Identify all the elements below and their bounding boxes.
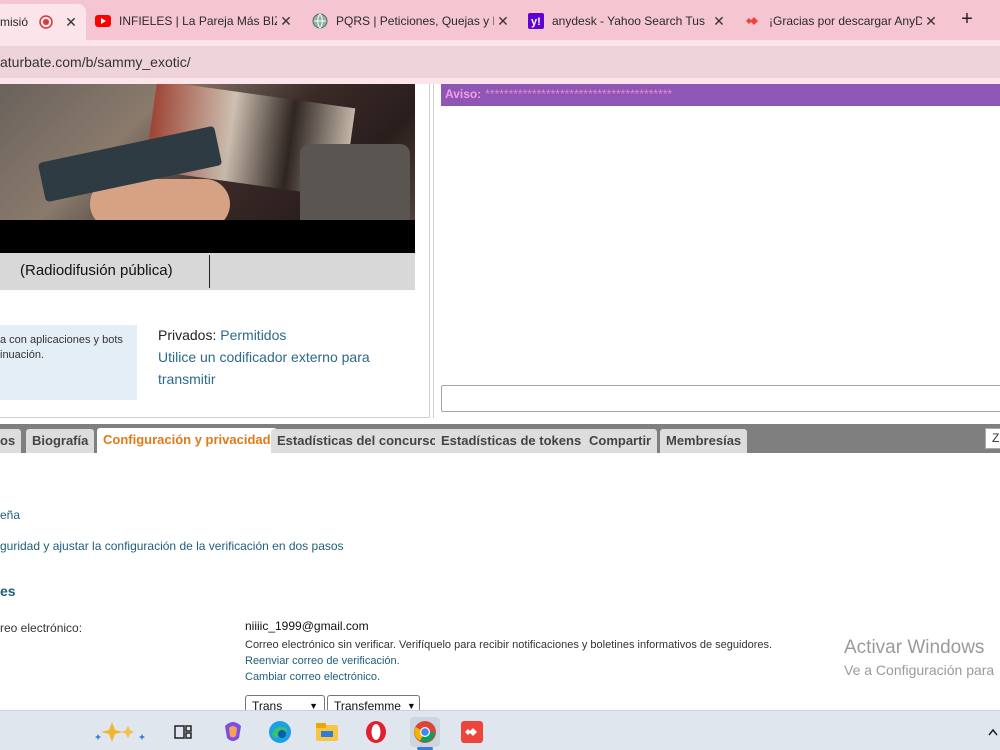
browser-tab-youtube[interactable]: INFIELES | La Pareja Más BIZA ✕ — [95, 6, 295, 36]
subgender-select-value: Transfemme — [334, 699, 401, 710]
subgender-select[interactable]: Transfemme ▼ — [327, 695, 420, 710]
broadcast-mode-bar: (Radiodifusión pública) — [0, 253, 415, 290]
task-view-icon[interactable] — [168, 717, 198, 747]
browser-tab-bar: misió ✕ INFIELES | La Pareja Más BIZA ✕ … — [0, 0, 1000, 40]
email-value: niiiic_1999@gmail.com — [245, 619, 369, 633]
security-2fa-link[interactable]: guridad y ajustar la configuración de la… — [0, 539, 344, 553]
close-tab-icon[interactable]: ✕ — [277, 13, 295, 30]
tab-title: anydesk - Yahoo Search Tus — [552, 14, 705, 28]
tab-estadisticas-tokens[interactable]: Estadísticas de tokens — [435, 429, 588, 453]
close-tab-icon[interactable]: ✕ — [922, 13, 940, 30]
page-content: (Radiodifusión pública) a con aplicacion… — [0, 84, 1000, 710]
close-tab-icon[interactable]: ✕ — [62, 14, 80, 31]
email-unverified-note: Correo electrónico sin verificar. Verifí… — [245, 639, 773, 651]
notice-label: Aviso: — [445, 87, 482, 101]
tab-title: misió — [0, 15, 29, 29]
tab-membresias[interactable]: Membresías — [660, 429, 748, 453]
apps-bots-info-box: a con aplicaciones y bots inuación. — [0, 325, 137, 400]
copilot-sparkle-icon[interactable] — [90, 717, 154, 747]
new-tab-button[interactable]: + — [955, 8, 979, 32]
browser-tab-active[interactable]: misió ✕ — [0, 4, 86, 40]
chevron-down-icon: ▼ — [406, 701, 416, 710]
chevron-down-icon: ▼ — [309, 701, 318, 710]
notice-text: **************************************** — [485, 87, 673, 101]
browser-tab-yahoo[interactable]: y! anydesk - Yahoo Search Tus ✕ — [528, 6, 728, 36]
opera-icon[interactable] — [361, 717, 391, 747]
tab-configuracion-privacidad[interactable]: Configuración y privacidad — [97, 428, 277, 453]
copilot-icon[interactable] — [218, 717, 248, 747]
browser-tab-anydesk[interactable]: ¡Gracias por descargar AnyD ✕ — [745, 6, 940, 36]
chevron-up-icon[interactable] — [985, 717, 1000, 747]
external-encoder-link[interactable]: transmitir — [158, 368, 370, 390]
windows-taskbar — [0, 710, 1000, 750]
close-tab-icon[interactable]: ✕ — [710, 13, 728, 30]
yahoo-icon: y! — [528, 13, 544, 29]
change-email-link[interactable]: Cambiar correo electrónico. — [245, 671, 380, 683]
info-line: inuación. — [0, 349, 45, 361]
tab-title: INFIELES | La Pareja Más BIZA — [119, 14, 277, 28]
gender-select[interactable]: Trans ▼ — [245, 695, 325, 710]
tab-title: PQRS | Peticiones, Quejas y R — [336, 14, 494, 28]
chrome-icon[interactable] — [410, 717, 440, 747]
tab-title: ¡Gracias por descargar AnyD — [769, 14, 922, 28]
privados-value-link[interactable]: Permitidos — [220, 327, 286, 343]
tab-estadisticas-concurso[interactable]: Estadísticas del concurso — [271, 429, 444, 453]
video-preview — [0, 84, 415, 253]
youtube-icon — [95, 13, 111, 29]
tab-compartir[interactable]: Compartir — [583, 429, 658, 453]
address-bar: aturbate.com/b/sammy_exotic/ — [0, 40, 1000, 84]
info-line: a con aplicaciones y bots — [0, 334, 123, 346]
divider — [209, 255, 210, 288]
profile-tabs-row: os Biografía Configuración y privacidad … — [0, 424, 1000, 453]
svg-text:y!: y! — [531, 16, 541, 28]
privados-block: Privados: Permitidos Utilice un codifica… — [158, 324, 370, 390]
tab-biografia[interactable]: Biografía — [26, 429, 95, 453]
resend-verification-link[interactable]: Reenviar correo de verificación. — [245, 655, 400, 667]
tab-partial[interactable]: os — [0, 429, 22, 453]
email-label: reo electrónico: — [0, 621, 83, 635]
anydesk-icon — [745, 13, 761, 29]
globe-icon — [312, 13, 328, 29]
change-password-link[interactable]: eña — [0, 508, 20, 522]
external-encoder-link[interactable]: Utilice un codificador externo para — [158, 346, 370, 368]
record-icon — [38, 14, 54, 30]
chat-input[interactable] — [441, 385, 1000, 412]
video-letterbox — [0, 220, 415, 253]
browser-tab-pqrs[interactable]: PQRS | Peticiones, Quejas y R ✕ — [312, 6, 512, 36]
activate-windows-watermark: Activar Windows — [844, 637, 985, 658]
broadcast-mode-label[interactable]: (Radiodifusión pública) — [20, 262, 173, 279]
zoom-button[interactable]: Z — [985, 428, 1000, 449]
privados-label: Privados: — [158, 327, 217, 343]
section-heading: es — [0, 583, 16, 599]
broadcast-panel: (Radiodifusión pública) a con aplicacion… — [0, 84, 430, 418]
activate-windows-subtext: Ve a Configuración para — [844, 662, 995, 678]
gender-select-value: Trans — [252, 699, 283, 710]
url-text[interactable]: aturbate.com/b/sammy_exotic/ — [0, 54, 191, 70]
edge-icon[interactable] — [265, 717, 295, 747]
close-tab-icon[interactable]: ✕ — [494, 13, 512, 30]
anydesk-icon[interactable] — [457, 717, 487, 747]
file-explorer-icon[interactable] — [312, 717, 342, 747]
chat-panel: Aviso: **********************************… — [433, 84, 1000, 418]
chat-notice: Aviso: **********************************… — [441, 84, 1000, 106]
